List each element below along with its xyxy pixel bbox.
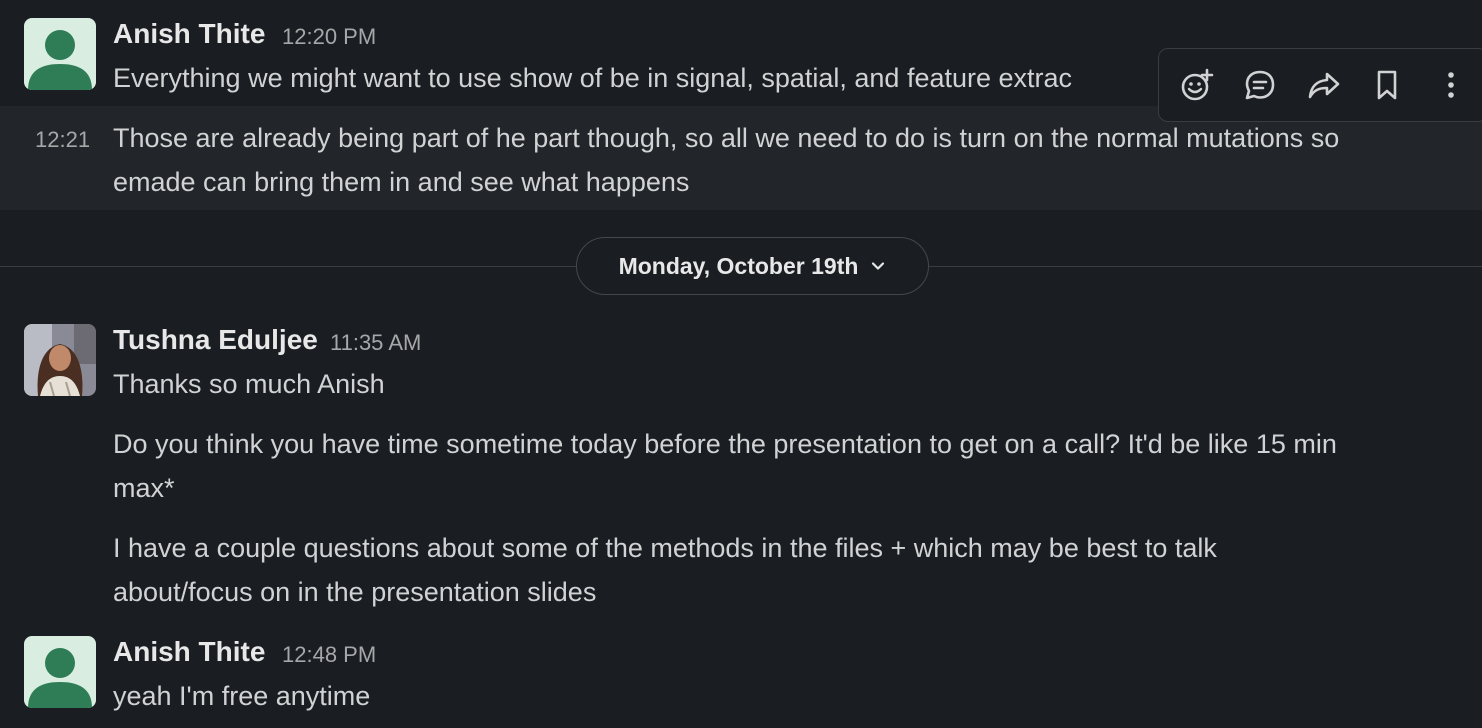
message-timestamp[interactable]: 12:48 PM bbox=[282, 642, 376, 668]
message-text-line: Do you think you have time sometime toda… bbox=[113, 429, 1337, 459]
sender-name[interactable]: Anish Thite bbox=[113, 636, 265, 668]
message-text: Thanks so much Anish bbox=[113, 369, 385, 399]
sender-name[interactable]: Tushna Eduljee bbox=[113, 324, 318, 356]
message-text-line: Those are already being part of he part … bbox=[113, 123, 1340, 153]
message-text-line: emade can bring them in and see what hap… bbox=[113, 167, 690, 197]
share-icon bbox=[1308, 72, 1340, 99]
share-message-button[interactable] bbox=[1300, 61, 1348, 109]
chevron-down-icon bbox=[872, 262, 885, 270]
avatar[interactable] bbox=[24, 324, 96, 396]
reply-in-thread-button[interactable] bbox=[1236, 61, 1284, 109]
message-text: yeah I'm free anytime bbox=[113, 681, 371, 711]
more-actions-button[interactable] bbox=[1427, 61, 1475, 109]
message-timestamp[interactable]: 11:35 AM bbox=[330, 330, 421, 356]
message-timestamp[interactable]: 12:20 PM bbox=[282, 24, 376, 50]
message-text: Everything we might want to use show of … bbox=[113, 63, 1073, 93]
bookmark-icon bbox=[1377, 70, 1397, 100]
default-user-avatar-icon bbox=[24, 18, 96, 90]
message-text-line: about/focus on in the presentation slide… bbox=[113, 577, 597, 607]
user-photo-avatar bbox=[24, 324, 96, 396]
sender-name[interactable]: Anish Thite bbox=[113, 18, 265, 50]
reply-in-thread-icon bbox=[1245, 70, 1275, 100]
add-reaction-button[interactable] bbox=[1173, 61, 1221, 109]
save-for-later-button[interactable] bbox=[1363, 61, 1411, 109]
message-text-line: I have a couple questions about some of … bbox=[113, 533, 1217, 563]
more-actions-icon bbox=[1448, 72, 1454, 98]
message-timestamp[interactable]: 12:21 bbox=[35, 127, 90, 153]
date-divider-button[interactable]: Monday, October 19th bbox=[576, 237, 929, 295]
add-reaction-icon bbox=[1181, 68, 1214, 101]
default-user-avatar-icon bbox=[24, 636, 96, 708]
message-actions-toolbar bbox=[1158, 48, 1482, 122]
message-text-line: max* bbox=[113, 473, 175, 503]
date-divider-label: Monday, October 19th bbox=[618, 252, 859, 279]
avatar[interactable] bbox=[24, 18, 96, 90]
avatar[interactable] bbox=[24, 636, 96, 708]
